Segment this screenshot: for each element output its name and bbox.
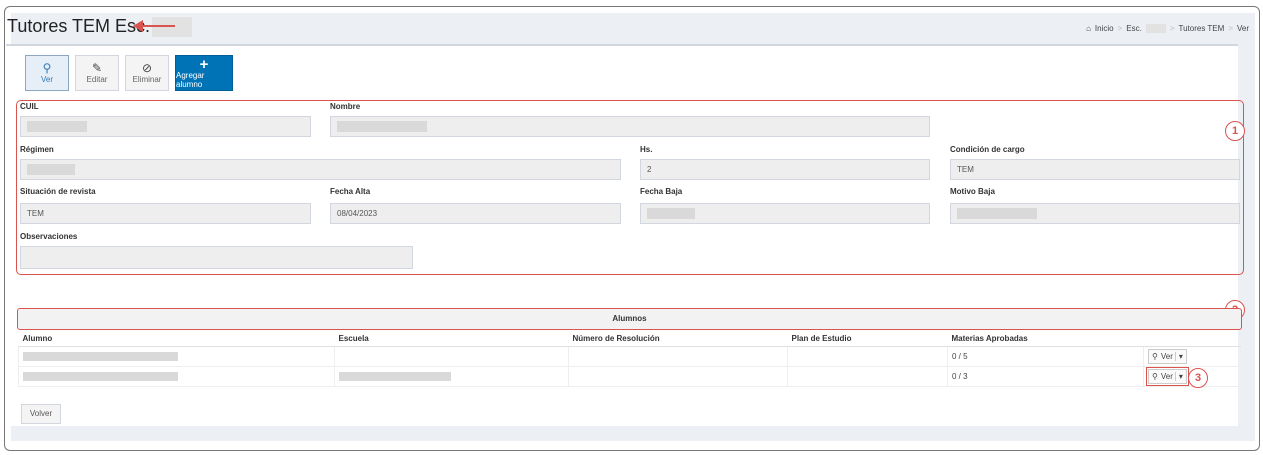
redacted-value [23, 372, 178, 382]
breadcrumb-separator: > [1169, 24, 1175, 33]
column-resolucion[interactable]: Número de Resolución [568, 330, 788, 347]
agregar-alumno-button[interactable]: + Agregar alumno [175, 55, 233, 91]
situacion-label: Situación de revista [20, 187, 96, 196]
search-icon: ⚲ [42, 61, 52, 75]
regimen-field [20, 159, 621, 180]
fecha-alta-label: Fecha Alta [330, 187, 371, 196]
redacted-value [27, 164, 75, 176]
nombre-field [330, 116, 930, 137]
search-icon: ⚲ [1152, 372, 1158, 381]
redacted-value [957, 208, 1037, 220]
ver-button[interactable]: ⚲ Ver [25, 55, 69, 91]
table-header-row: Alumno Escuela Número de Resolución Plan… [18, 330, 1241, 347]
situacion-field: TEM [20, 203, 311, 224]
observaciones-label: Observaciones [20, 232, 78, 241]
cell-alumno [18, 366, 335, 387]
cuil-field [20, 116, 311, 137]
cell-materias: 0 / 5 [947, 346, 1144, 367]
regimen-label: Régimen [20, 145, 54, 154]
breadcrumb-school[interactable]: Esc. [1126, 24, 1142, 33]
home-icon[interactable]: ⌂ [1086, 24, 1091, 33]
redacted-value [339, 372, 451, 382]
breadcrumb-separator: > [1228, 24, 1233, 33]
annotation-arrow [133, 20, 175, 32]
eliminar-button[interactable]: ⊘ Eliminar [125, 55, 169, 91]
fecha-baja-label: Fecha Baja [640, 187, 683, 196]
motivo-baja-label: Motivo Baja [950, 187, 995, 196]
redacted-value [27, 121, 87, 133]
volver-button[interactable]: Volver [21, 404, 61, 424]
cell-plan [787, 346, 948, 367]
redacted-school [1145, 24, 1166, 33]
column-plan[interactable]: Plan de Estudio [787, 330, 948, 347]
cell-resolucion [568, 366, 788, 387]
cell-plan [787, 366, 948, 387]
breadcrumb: ⌂ Inicio > Esc. > Tutores TEM > Ver [1086, 24, 1249, 33]
table-row: 0 / 5 ⚲ Ver ▾ [18, 346, 1241, 367]
cell-actions: ⚲ Ver ▾ [1143, 346, 1241, 367]
condicion-field: TEM [950, 159, 1240, 180]
breadcrumb-home[interactable]: Inicio [1095, 24, 1114, 33]
edit-icon: ✎ [91, 61, 103, 75]
column-actions [1143, 330, 1241, 347]
redacted-value [337, 121, 427, 133]
hs-field: 2 [640, 159, 930, 180]
column-alumno[interactable]: Alumno [18, 330, 335, 347]
redacted-school-name [152, 17, 193, 38]
cell-resolucion [568, 346, 788, 367]
chevron-down-icon[interactable]: ▾ [1174, 372, 1186, 381]
alumnos-section-header: Alumnos [17, 308, 1242, 330]
redacted-value [647, 208, 695, 220]
search-icon: ⚲ [1152, 352, 1158, 361]
editar-button[interactable]: ✎ Editar [75, 55, 119, 91]
column-escuela[interactable]: Escuela [334, 330, 569, 347]
observaciones-field [20, 246, 413, 269]
toolbar: ⚲ Ver ✎ Editar ⊘ Eliminar + Agregar alum… [25, 55, 233, 91]
motivo-baja-field [950, 203, 1240, 224]
hs-label: Hs. [640, 145, 653, 154]
fecha-baja-field [640, 203, 930, 224]
cell-materias: 0 / 3 [947, 366, 1144, 387]
ver-dropdown-button[interactable]: ⚲ Ver ▾ [1148, 349, 1187, 364]
redacted-value [23, 352, 178, 362]
table-row: 0 / 3 ⚲ Ver ▾ [18, 366, 1241, 387]
fecha-alta-field: 08/04/2023 [330, 203, 621, 224]
condicion-label: Condición de cargo [950, 145, 1025, 154]
cell-alumno [18, 346, 335, 367]
ver-dropdown-button[interactable]: ⚲ Ver ▾ [1146, 367, 1189, 386]
chevron-down-icon[interactable]: ▾ [1174, 352, 1186, 361]
breadcrumb-separator: > [1117, 24, 1123, 33]
cuil-label: CUIL [20, 102, 39, 111]
breadcrumb-current: Ver [1236, 24, 1249, 33]
nombre-label: Nombre [330, 102, 361, 111]
breadcrumb-section[interactable]: Tutores TEM [1179, 24, 1225, 33]
cell-escuela [334, 366, 569, 387]
annotation-badge-1: 1 [1225, 121, 1245, 141]
plus-icon: + [199, 55, 209, 73]
ban-icon: ⊘ [141, 61, 153, 75]
alumnos-table: Alumno Escuela Número de Resolución Plan… [18, 330, 1241, 387]
column-materias[interactable]: Materias Aprobadas [947, 330, 1144, 347]
annotation-badge-3: 3 [1188, 368, 1208, 388]
cell-escuela [334, 346, 569, 367]
